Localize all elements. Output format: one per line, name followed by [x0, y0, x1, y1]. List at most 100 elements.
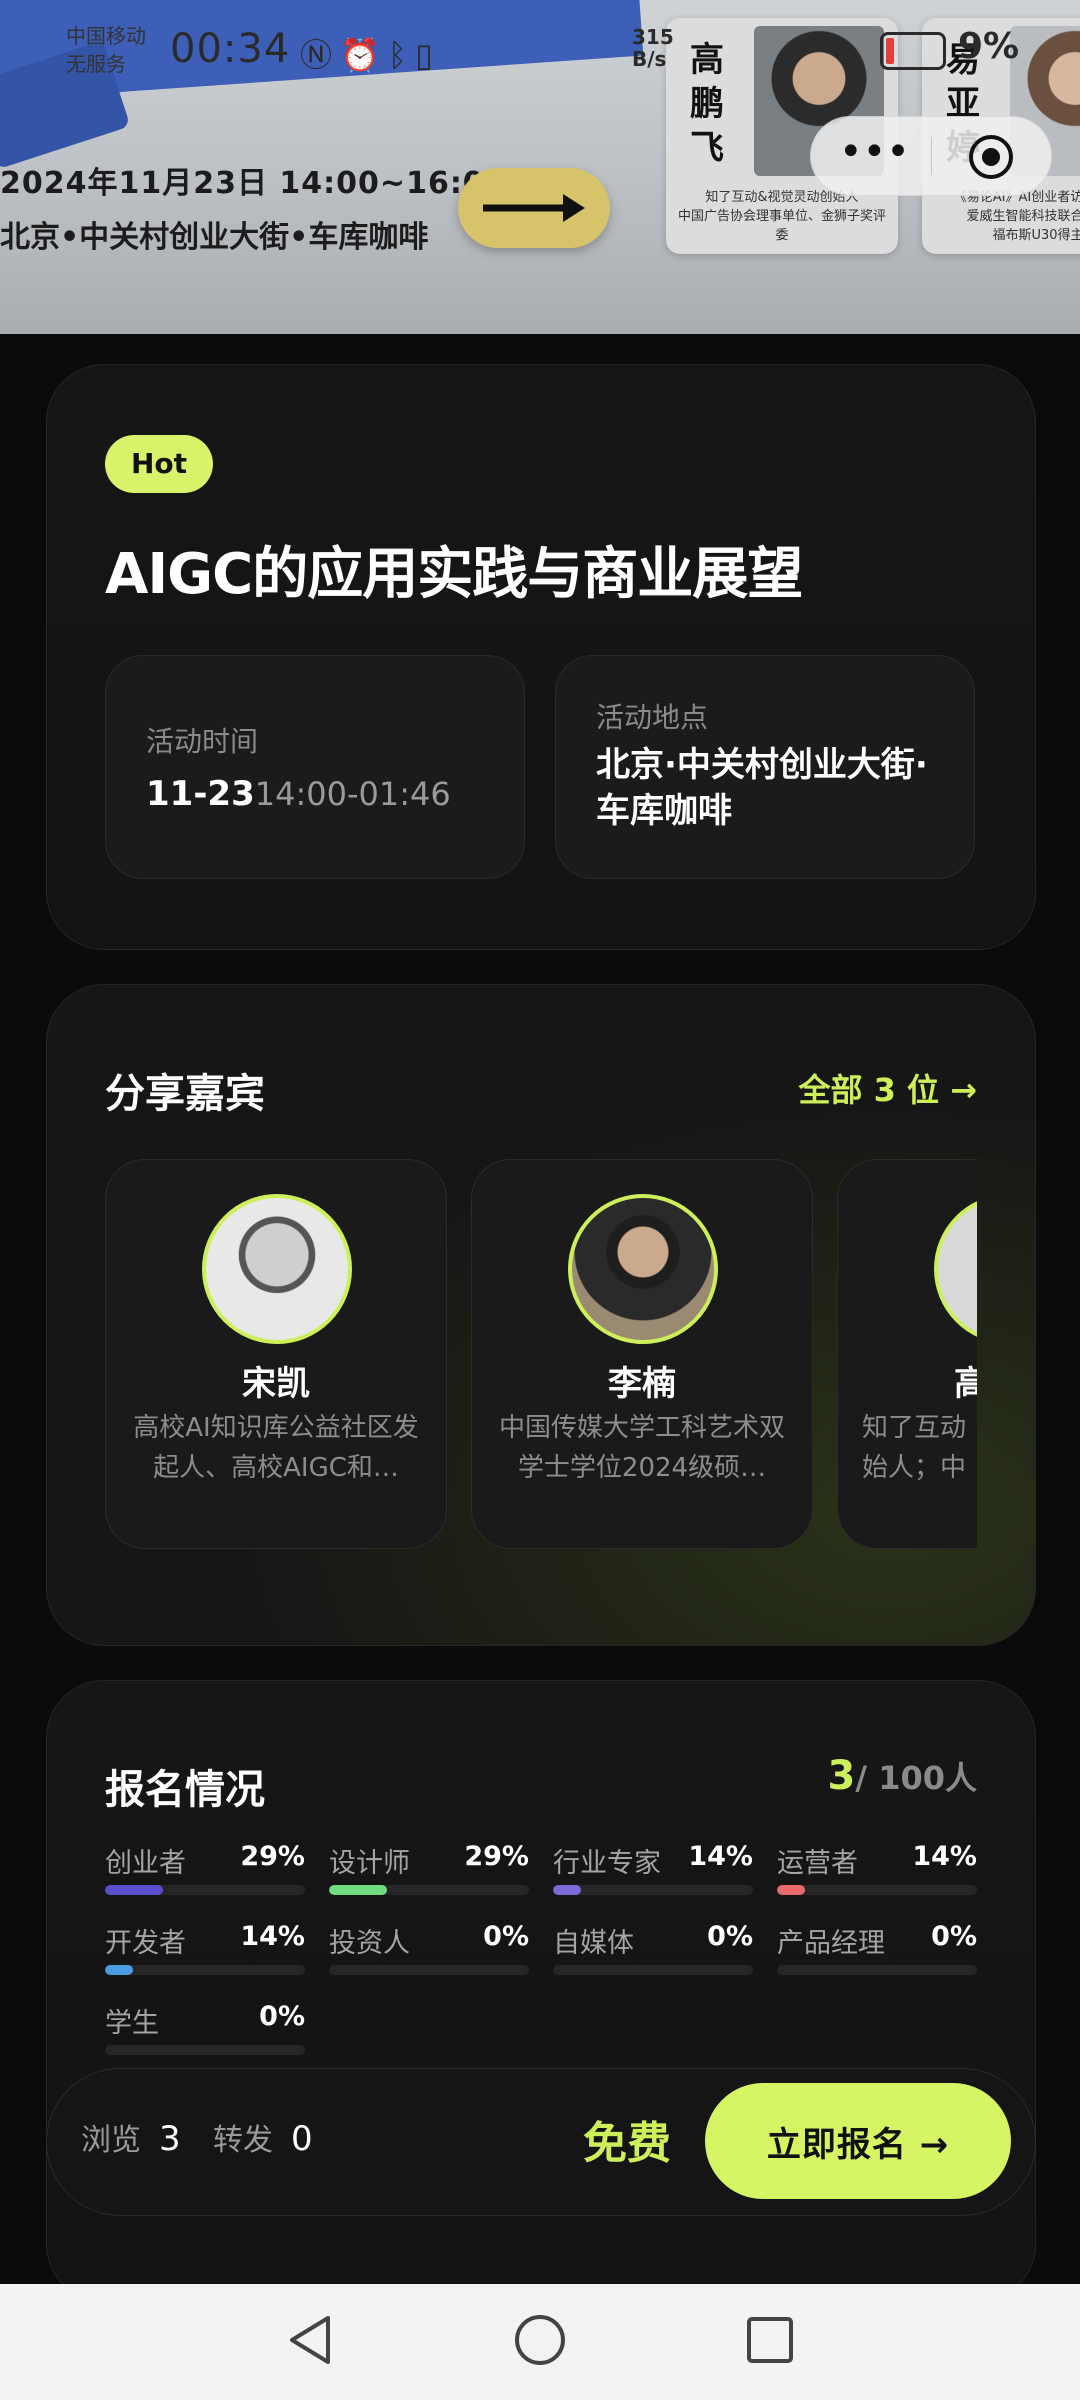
nfc-icon: Ⓝ [300, 36, 341, 74]
more-dots-icon[interactable]: ••• [839, 132, 910, 175]
speaker-carousel[interactable]: 宋凯 高校AI知识库公益社区发起人、高校AIGC和… 李楠 中国传媒大学工科艺术… [105, 1159, 977, 1549]
banner-date: 2024年11月23日 14:00~16:00 [0, 166, 507, 201]
carrier-service: 无服务 [66, 52, 126, 76]
views-count: 3 [159, 2119, 181, 2159]
speaker-desc: 知了互动始人；中 [862, 1413, 967, 1483]
speaker-avatar [934, 1194, 977, 1344]
event-time-value: 11-2314:00-01:46 [146, 774, 451, 814]
speaker-name: 李楠 [608, 1364, 676, 1404]
stat-progress-track [777, 1885, 977, 1895]
stat-percent: 0% [707, 1921, 753, 1952]
battery-percent: 9% [958, 26, 1020, 67]
speaker-card[interactable]: 高 知了互动始人；中 [837, 1159, 977, 1549]
price-label: 免费 [583, 2118, 671, 2169]
stat-progress-track [329, 1885, 529, 1895]
speaker-desc: 中国传媒大学工科艺术双学士学位2024级硕… [498, 1413, 785, 1483]
status-icons: Ⓝ⏰ᛒ▯ [300, 30, 441, 76]
system-nav-bar [0, 2284, 1080, 2400]
stat-label: 行业专家 [553, 1848, 661, 1879]
stat-percent: 0% [931, 1921, 977, 1952]
stat-progress-track [105, 1965, 305, 1975]
shares-count: 0 [291, 2119, 313, 2159]
stat-progress-track [329, 1965, 529, 1975]
speaker-card[interactable]: 李楠 中国传媒大学工科艺术双学士学位2024级硕… [471, 1159, 813, 1549]
stat-label: 运营者 [777, 1848, 858, 1879]
poster-speaker-desc: 《易论AI》AI创业者访谈栏目 爱威生智能科技联合创始 福布斯U30得主 [953, 190, 1080, 243]
speaker-avatar [568, 1194, 718, 1344]
event-time-box: 活动时间 11-2314:00-01:46 [105, 655, 525, 879]
status-time: 00:34 [170, 26, 291, 72]
home-circle-icon[interactable] [510, 2310, 570, 2370]
stat-label: 学生 [105, 2008, 159, 2039]
stat-label: 设计师 [329, 1848, 410, 1879]
arrow-right-icon [483, 194, 585, 222]
stat-progress-fill [329, 1885, 387, 1895]
shares-stat: 转发 0 [213, 2115, 313, 2159]
banner-place: 北京•中关村创业大街•车库咖啡 [0, 220, 429, 255]
stat-percent: 29% [240, 1841, 305, 1872]
views-label: 浏览 [81, 2123, 141, 2158]
carrier-info: 中国移动 无服务 [66, 22, 146, 78]
see-all-speakers-link[interactable]: 全部 3 位 → [798, 1065, 977, 1111]
bluetooth-icon: ᛒ [387, 36, 416, 74]
event-title: AIGC的应用实践与商业展望 [105, 542, 803, 607]
speaker-name: 宋凯 [242, 1364, 310, 1404]
speakers-section-title: 分享嘉宾 [105, 1071, 265, 1117]
stat-percent: 14% [912, 1841, 977, 1872]
event-info-card: Hot AIGC的应用实践与商业展望 活动时间 11-2314:00-01:46… [46, 364, 1036, 950]
stat-label: 开发者 [105, 1928, 186, 1959]
stat-percent: 14% [688, 1841, 753, 1872]
event-time-label: 活动时间 [146, 725, 259, 758]
network-speed-value: 315 [632, 25, 674, 49]
poster-speaker-desc: 知了互动&视觉灵动创始人 中国广告协会理事单位、金狮子奖评委 [677, 190, 886, 243]
event-location-label: 活动地点 [596, 701, 709, 734]
carrier-name: 中国移动 [66, 24, 146, 48]
battery-icon [880, 32, 946, 70]
stat-percent: 0% [259, 2001, 305, 2032]
register-button[interactable]: 立即报名 → [705, 2083, 1011, 2199]
stat-progress-fill [105, 1885, 163, 1895]
views-stat: 浏览 3 [81, 2115, 181, 2159]
bottom-action-bar: 浏览 3 转发 0 免费 立即报名 → [46, 2068, 1036, 2216]
stat-progress-track [553, 1885, 753, 1895]
stat-percent: 0% [483, 1921, 529, 1952]
registration-title: 报名情况 [105, 1767, 265, 1813]
status-bar: 中国移动 无服务 00:34 Ⓝ⏰ᛒ▯ 315 B/s 9% [0, 0, 1080, 100]
registration-count: 3/ 100人 [828, 1753, 977, 1799]
speakers-card: 分享嘉宾 全部 3 位 → 宋凯 高校AI知识库公益社区发起人、高校AIGC和…… [46, 984, 1036, 1646]
stat-label: 自媒体 [553, 1928, 634, 1959]
speaker-card[interactable]: 宋凯 高校AI知识库公益社区发起人、高校AIGC和… [105, 1159, 447, 1549]
stat-percent: 29% [464, 1841, 529, 1872]
back-triangle-icon[interactable] [280, 2310, 340, 2370]
registered-count: 3 [827, 1753, 856, 1799]
stat-progress-track [105, 1885, 305, 1895]
capsule-divider [931, 137, 932, 175]
speaker-name: 高 [954, 1356, 977, 1405]
registration-capacity: / 100人 [855, 1759, 977, 1797]
miniprogram-capsule: ••• [810, 116, 1052, 196]
recents-square-icon[interactable] [740, 2310, 800, 2370]
shares-label: 转发 [213, 2123, 273, 2158]
stat-label: 产品经理 [777, 1928, 885, 1959]
stat-label: 投资人 [329, 1928, 410, 1959]
alarm-icon: ⏰ [340, 36, 388, 74]
hot-badge: Hot [105, 435, 214, 493]
event-location-box[interactable]: 活动地点 北京·中关村创业大街·车库咖啡 [555, 655, 975, 879]
vibrate-icon: ▯ [415, 36, 441, 74]
network-speed-unit: B/s [632, 47, 667, 71]
stat-percent: 14% [240, 1921, 305, 1952]
speaker-desc: 高校AI知识库公益社区发起人、高校AIGC和… [133, 1413, 419, 1483]
stat-progress-track [553, 1965, 753, 1975]
event-date: 11-23 [146, 774, 255, 814]
stat-progress-track [777, 1965, 977, 1975]
event-location-value: 北京·中关村创业大街·车库咖啡 [596, 745, 928, 831]
network-speed: 315 B/s [632, 26, 674, 70]
event-time-range: 14:00-01:46 [254, 775, 451, 813]
stat-progress-fill [105, 1965, 133, 1975]
stat-progress-track [105, 2045, 305, 2055]
stat-label: 创业者 [105, 1848, 186, 1879]
stat-progress-fill [553, 1885, 581, 1895]
event-banner: 2024年11月23日 14:00~16:00 北京•中关村创业大街•车库咖啡 … [0, 0, 1080, 334]
speaker-avatar [202, 1194, 352, 1344]
close-target-icon[interactable] [969, 135, 1013, 179]
